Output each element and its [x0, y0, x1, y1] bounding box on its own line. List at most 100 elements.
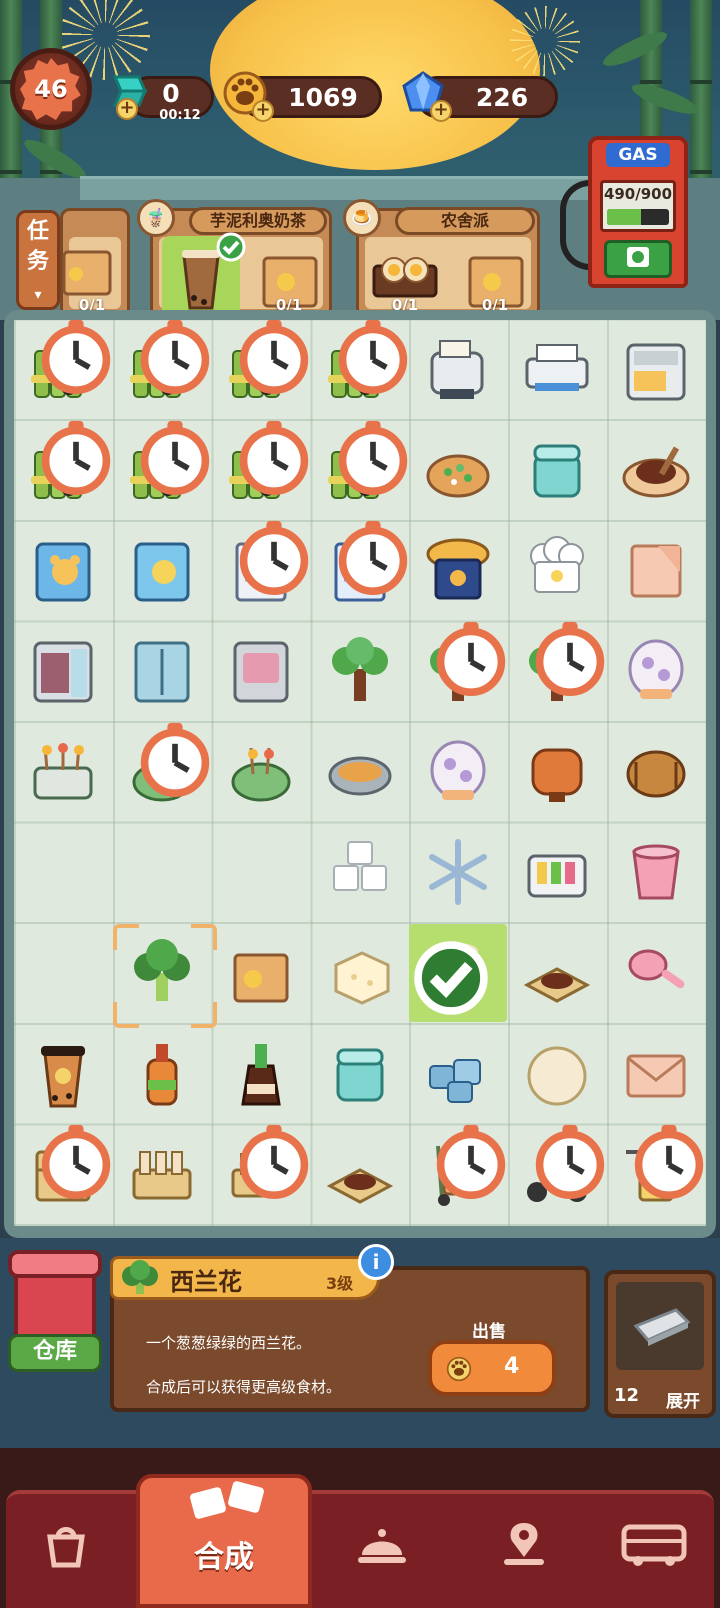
game-screen: 46 0 00:12 + 1069 + 226 + GAS 490/900 任务…: [0, 0, 720, 1608]
bag-icon: [47, 1527, 85, 1568]
paw-plus-icon[interactable]: +: [252, 100, 274, 122]
board-cell-locker[interactable]: [212, 622, 310, 720]
board-cell-tree[interactable]: [311, 622, 409, 720]
board-cell-bamboo-bundle[interactable]: [113, 420, 211, 519]
board-cell-bamboo-bundle[interactable]: [212, 420, 310, 519]
board-cell-bamboo-bundle[interactable]: [14, 319, 112, 418]
board-cell-jar-mint[interactable]: [311, 1025, 409, 1123]
board-cell-empty[interactable]: [212, 823, 310, 921]
board-cell-oden-pot[interactable]: [113, 722, 211, 821]
timer-icon: [41, 319, 111, 394]
nav-service[interactable]: [322, 1500, 442, 1590]
energy-plus-icon[interactable]: +: [116, 98, 138, 120]
board-cell-empty[interactable]: [113, 823, 211, 921]
board-cell-syrup-dispenser[interactable]: [508, 823, 606, 921]
board-cell-noodle-mat[interactable]: [508, 924, 606, 1022]
board-cell-noodle-plate[interactable]: [607, 421, 705, 519]
board-cell-barrel-wood[interactable]: [607, 723, 705, 821]
service-bell-icon: [358, 1529, 406, 1563]
timer-icon: [140, 420, 210, 495]
board-cell-printer[interactable]: [508, 320, 606, 418]
board-cell-bamboo-bundle[interactable]: [14, 420, 112, 519]
merge-board[interactable]: [14, 319, 706, 1226]
board-cell-egg-cup[interactable]: [607, 622, 705, 720]
board-cell-bamboo-bundle[interactable]: [311, 319, 409, 418]
board-cell-notepad[interactable]: [212, 521, 310, 619]
info-icon[interactable]: i: [358, 1244, 394, 1280]
board-cell-tree[interactable]: [508, 621, 606, 720]
board-cell-oden-pot[interactable]: [212, 723, 310, 821]
board-cell-noodle-mat[interactable]: [311, 1125, 409, 1223]
board-cell-puzzle-pieces[interactable]: [409, 1025, 507, 1123]
board-cell-notebook-sun[interactable]: [113, 521, 211, 619]
board-cell-cabinet-blue[interactable]: [113, 622, 211, 720]
gem-value: 226: [475, 82, 529, 112]
board-cell-empty[interactable]: [14, 924, 112, 1022]
board-cell-tofu[interactable]: [311, 924, 409, 1022]
order-slot-fulfilled: [162, 232, 246, 316]
gem-plus-icon[interactable]: +: [430, 100, 452, 122]
nav-map[interactable]: [464, 1500, 584, 1590]
nav-bag[interactable]: [6, 1500, 126, 1590]
board-cell-egg-cup[interactable]: [409, 723, 507, 821]
board-cell-bottle-rack[interactable]: [113, 1125, 211, 1223]
board-cell-barrel-orange[interactable]: [508, 723, 606, 821]
nav-bus[interactable]: [594, 1500, 714, 1590]
board-cell-scallion-toast[interactable]: [409, 421, 507, 519]
board-cell-bubble-tea[interactable]: [14, 1025, 112, 1123]
board-cell-snowflake[interactable]: [409, 823, 507, 921]
board-cell-chef-hat-gold[interactable]: [409, 521, 507, 619]
board-cell-drone-box[interactable]: [607, 1125, 705, 1223]
sell-button[interactable]: 4: [428, 1340, 556, 1396]
jar-mint-icon: [336, 1048, 384, 1102]
board-cell-soup-pot[interactable]: [311, 723, 409, 821]
tasks-tab[interactable]: 任务 ▾: [16, 210, 60, 310]
board-cell-envelope[interactable]: [607, 1025, 705, 1123]
board-cell-bamboo-bundle[interactable]: [113, 319, 211, 418]
board-cell-empty[interactable]: [14, 823, 112, 921]
board-cell-fridge-open[interactable]: [14, 622, 112, 720]
board-cell-bamboo-bundle[interactable]: [212, 319, 310, 418]
board-cell-takeout-bag[interactable]: [212, 924, 310, 1022]
timer-icon: [239, 319, 308, 394]
gas-refill-button[interactable]: [604, 240, 672, 278]
board-cell-chef-hat-white[interactable]: [508, 521, 606, 619]
board-cell-notepad-blue[interactable]: [311, 521, 409, 619]
oden-pot-icon: [231, 747, 291, 802]
board-cell-notebook-bear[interactable]: [14, 521, 112, 619]
toaster-icon: [430, 340, 484, 399]
board-cell-tofu-cubes[interactable]: [311, 823, 409, 921]
board-cell-soy-bottle[interactable]: [212, 1025, 310, 1123]
board-cell-hand-truck[interactable]: [409, 1125, 507, 1223]
gas-fill: [607, 209, 641, 225]
pink-brush-icon: [628, 949, 685, 989]
board-cell-dough-ball[interactable]: [508, 1025, 606, 1123]
metal-plate-icon: [633, 1308, 691, 1346]
board-cell-bottle-tray[interactable]: [212, 1125, 310, 1223]
gas-screen: 490/900: [600, 180, 676, 232]
board-cell-jar-mint[interactable]: [508, 421, 606, 519]
board-cell-scooter[interactable]: [508, 1125, 606, 1223]
player-level-badge[interactable]: 46: [10, 48, 92, 130]
board-cell-sauce-bottle[interactable]: [113, 1025, 211, 1123]
timer-icon: [140, 319, 210, 394]
board-cell-broccoli[interactable]: [113, 924, 211, 1022]
board-cell-shelf-cart[interactable]: [14, 1125, 112, 1223]
board-cell-pink-bucket[interactable]: [607, 823, 705, 921]
board-cell-milk-tea[interactable]: [409, 924, 508, 1022]
board-cell-toaster[interactable]: [409, 320, 507, 418]
egg-cup-icon: [628, 639, 684, 699]
noodle-mat-icon: [524, 967, 591, 1003]
gas-value: 490/900: [603, 185, 673, 203]
board-cell-pink-brush[interactable]: [607, 924, 705, 1022]
board-cell-paper-sheet[interactable]: [607, 521, 705, 619]
expand-label[interactable]: 展开: [666, 1387, 700, 1412]
board-cell-bamboo-bundle[interactable]: [311, 420, 409, 519]
chevron-down-icon: ▾: [34, 287, 42, 303]
gas-pump[interactable]: GAS 490/900: [588, 136, 688, 288]
board-cell-oden-cart[interactable]: [14, 723, 112, 821]
firework: [510, 6, 580, 76]
warehouse-button[interactable]: 仓库: [8, 1250, 102, 1378]
board-cell-copier[interactable]: [607, 320, 705, 418]
board-cell-tree[interactable]: [409, 621, 507, 720]
